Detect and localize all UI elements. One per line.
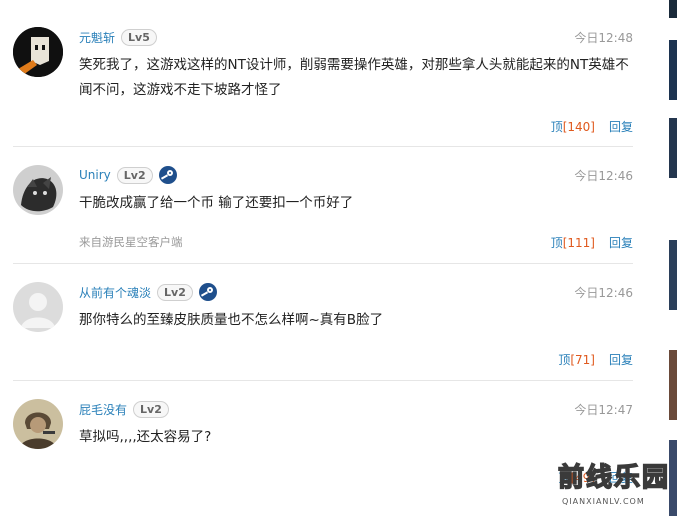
upvote-button[interactable]: 顶[140] xyxy=(551,118,595,135)
steam-icon xyxy=(198,283,217,301)
comment-item: Uniry Lv2 今日12:46 干脆改成赢了给一个币 输了还要扣一个币好了 … xyxy=(13,165,633,255)
reply-button[interactable]: 回复 xyxy=(609,118,633,135)
comment-text: 笑死我了，这游戏这样的NT设计师，削弱需要操作英雄，对那些拿人头就能起来的NT英… xyxy=(79,57,629,98)
avatar[interactable] xyxy=(13,282,63,332)
comment-item: 屁毛没有 Lv2 今日12:47 草拟吗,,,,还太容易了? 顶[49] 回复 xyxy=(13,399,633,489)
level-badge: Lv5 xyxy=(121,28,157,46)
upvote-label: 顶 xyxy=(550,236,563,250)
divider xyxy=(13,263,633,264)
level-badge: Lv2 xyxy=(157,283,193,301)
upvote-count: [71] xyxy=(570,353,595,367)
avatar[interactable] xyxy=(13,27,63,77)
username[interactable]: 从前有个魂淡 xyxy=(79,284,151,301)
side-thumbnail-strip xyxy=(669,0,677,516)
thumbnail[interactable] xyxy=(669,0,677,18)
comment-meta: Uniry Lv2 xyxy=(79,165,177,185)
comment-feed: 元魁斩 Lv5 今日12:48 笑死我了，这游戏这样的NT设计师，削弱需要操作英… xyxy=(0,0,650,516)
reply-button[interactable]: 回复 xyxy=(609,351,633,368)
comment-item: 元魁斩 Lv5 今日12:48 笑死我了，这游戏这样的NT设计师，削弱需要操作英… xyxy=(13,27,633,137)
comment-meta: 屁毛没有 Lv2 xyxy=(79,399,169,419)
upvote-label: 顶 xyxy=(558,353,571,367)
comment-actions: 顶[71] 回复 xyxy=(558,351,633,368)
upvote-button[interactable]: 顶[71] xyxy=(558,351,595,368)
divider xyxy=(13,146,633,147)
upvote-button[interactable]: 顶[111] xyxy=(551,234,595,251)
comment-text: 干脆改成赢了给一个币 输了还要扣一个币好了 xyxy=(79,195,354,211)
upvote-label: 顶 xyxy=(550,120,563,134)
thumbnail[interactable] xyxy=(669,350,677,420)
username[interactable]: 屁毛没有 xyxy=(79,401,127,418)
timestamp: 今日12:46 xyxy=(574,286,633,300)
comment-text: 那你特么的至臻皮肤质量也不怎么样啊~真有B脸了 xyxy=(79,312,384,328)
comment-item: 从前有个魂淡 Lv2 今日12:46 那你特么的至臻皮肤质量也不怎么样啊~真有B… xyxy=(13,282,633,372)
upvote-count: [140] xyxy=(562,120,595,134)
watermark-title: 前线乐园 xyxy=(557,462,671,494)
comment-meta: 从前有个魂淡 Lv2 xyxy=(79,282,217,302)
level-badge: Lv2 xyxy=(116,166,153,184)
username[interactable]: Uniry xyxy=(79,168,111,182)
client-source: 来自游民星空客户端 xyxy=(79,235,183,249)
upvote-count: [111] xyxy=(562,236,595,250)
comment-actions: 顶[111] 回复 xyxy=(551,234,633,251)
thumbnail[interactable] xyxy=(669,118,677,178)
thumbnail[interactable] xyxy=(669,240,677,310)
comment-actions: 顶[140] 回复 xyxy=(551,118,633,135)
thumbnail[interactable] xyxy=(669,40,677,100)
reply-button[interactable]: 回复 xyxy=(609,234,633,251)
timestamp: 今日12:47 xyxy=(574,403,633,417)
avatar[interactable] xyxy=(13,165,63,215)
avatar[interactable] xyxy=(13,399,63,449)
steam-icon xyxy=(158,166,177,184)
timestamp: 今日12:46 xyxy=(574,169,633,183)
level-badge: Lv2 xyxy=(133,400,169,418)
divider xyxy=(13,380,633,381)
comment-text: 草拟吗,,,,还太容易了? xyxy=(79,429,212,445)
timestamp: 今日12:48 xyxy=(574,31,633,45)
username[interactable]: 元魁斩 xyxy=(79,29,115,46)
watermark-site: QIANXIANLV.COM xyxy=(562,497,645,506)
comment-meta: 元魁斩 Lv5 xyxy=(79,27,157,47)
watermark-logo: 前线乐园 QIANXIANLV.COM xyxy=(557,457,676,516)
